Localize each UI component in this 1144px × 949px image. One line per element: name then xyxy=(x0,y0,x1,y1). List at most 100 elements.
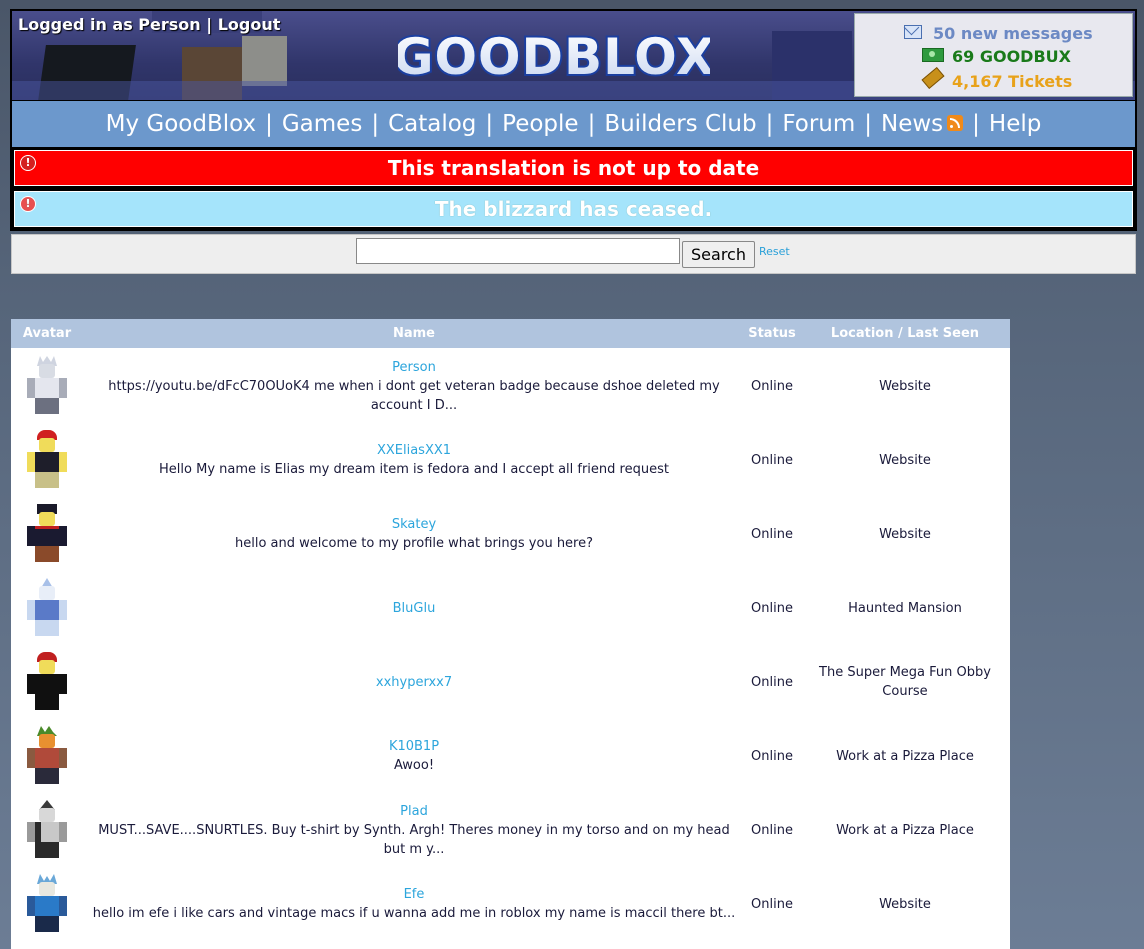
avatar[interactable] xyxy=(25,430,69,490)
search-input[interactable] xyxy=(356,238,680,264)
nav-builders-club[interactable]: Builders Club xyxy=(604,111,756,137)
exclamation-icon: ! xyxy=(20,196,36,212)
alert-text: The blizzard has ceased. xyxy=(434,197,713,221)
user-blurb: hello im efe i like cars and vintage mac… xyxy=(92,906,736,921)
nav-separator: | xyxy=(765,111,774,137)
table-row: Person https://youtu.be/dFcC70OUoK4 me w… xyxy=(11,349,1010,423)
name-cell: BluGlu xyxy=(87,571,741,645)
location-cell: Website xyxy=(879,452,931,468)
messages-link[interactable]: 50 new messages xyxy=(933,24,1093,43)
name-cell: Plad MUST...SAVE....SNURTLES. Buy t-shir… xyxy=(87,793,741,867)
name-cell: XXEliasXX1 Hello My name is Elias my dre… xyxy=(87,423,741,497)
logo-text: GOODBLOX xyxy=(398,28,710,86)
location-cell: Work at a Pizza Place xyxy=(836,822,974,838)
nav-news[interactable]: News xyxy=(881,111,943,137)
avatar-cell xyxy=(11,571,83,645)
login-status: Logged in as Person | Logout xyxy=(18,15,280,34)
nav-separator: | xyxy=(972,111,980,137)
goodblox-logo[interactable]: GOODBLOX xyxy=(398,28,710,86)
avatar[interactable] xyxy=(25,800,69,860)
column-header-location: Location / Last Seen xyxy=(830,326,980,341)
nav-separator: | xyxy=(265,111,273,137)
nav-separator: | xyxy=(371,111,380,137)
username-link[interactable]: BluGlu xyxy=(393,599,436,618)
search-button[interactable]: Search xyxy=(682,241,755,268)
envelope-icon[interactable] xyxy=(904,25,922,39)
tickets-balance[interactable]: 4,167 Tickets xyxy=(952,72,1072,91)
column-header-name: Name xyxy=(392,326,435,341)
table-header: Avatar Name Status Location / Last Seen xyxy=(11,319,1010,348)
avatar-cell xyxy=(11,423,83,497)
search-bar: Search Reset xyxy=(11,234,1136,274)
nav-people[interactable]: People xyxy=(502,111,578,137)
status-cell: Online xyxy=(751,452,793,468)
location-cell: The Super Mega Fun Obby Course xyxy=(819,665,991,699)
username-link[interactable]: Efe xyxy=(404,885,425,904)
avatar-cell xyxy=(11,497,83,571)
name-cell: xxhyperxx7 xyxy=(87,645,741,719)
goodbux-balance[interactable]: 69 GOODBUX xyxy=(952,47,1071,66)
location-cell: Work at a Pizza Place xyxy=(836,748,974,764)
user-blurb: https://youtu.be/dFcC70OUoK4 me when i d… xyxy=(108,378,720,413)
username-link[interactable]: Plad xyxy=(400,802,428,821)
table-row: BluGlu Online Haunted Mansion xyxy=(11,571,1010,645)
avatar[interactable] xyxy=(25,874,69,934)
people-table: Avatar Name Status Location / Last Seen … xyxy=(11,319,1010,949)
avatar[interactable] xyxy=(25,726,69,786)
location-cell: Website xyxy=(879,526,931,542)
avatar-cell xyxy=(11,867,83,941)
nav-catalog[interactable]: Catalog xyxy=(388,111,476,137)
ticket-icon xyxy=(921,66,945,90)
status-cell: Online xyxy=(751,600,793,616)
user-blurb: hello and welcome to my profile what bri… xyxy=(234,536,594,551)
nav-separator: | xyxy=(485,111,494,137)
column-header-status: Status xyxy=(748,326,796,341)
table-row: Plad MUST...SAVE....SNURTLES. Buy t-shir… xyxy=(11,793,1010,867)
alert-banner-translation: ! This translation is not up to date xyxy=(14,150,1133,186)
table-row: xxhyperxx7 Online The Super Mega Fun Obb… xyxy=(11,645,1010,719)
logged-in-text[interactable]: Logged in as Person xyxy=(18,15,201,34)
column-header-avatar: Avatar xyxy=(22,326,72,341)
nav-forum[interactable]: Forum xyxy=(782,111,855,137)
avatar[interactable] xyxy=(25,356,69,416)
nav-games[interactable]: Games xyxy=(282,111,362,137)
avatar[interactable] xyxy=(25,652,69,712)
table-row: XXEliasXX1 Hello My name is Elias my dre… xyxy=(11,423,1010,497)
status-cell: Online xyxy=(751,526,793,542)
table-row: K10B1P Awoo! Online Work at a Pizza Plac… xyxy=(11,719,1010,793)
user-blurb: Awoo! xyxy=(393,758,435,773)
avatar-cell xyxy=(11,793,83,867)
avatar-cell xyxy=(11,719,83,793)
reset-link[interactable]: Reset xyxy=(759,245,790,258)
avatar-cell xyxy=(11,645,83,719)
nav-my-goodblox[interactable]: My GoodBlox xyxy=(106,111,256,137)
money-icon xyxy=(922,48,944,62)
alert-banner-blizzard: ! The blizzard has ceased. xyxy=(14,191,1133,227)
logout-link[interactable]: Logout xyxy=(218,15,281,34)
table-row: Efe hello im efe i like cars and vintage… xyxy=(11,867,1010,941)
location-cell: Haunted Mansion xyxy=(848,600,962,616)
username-link[interactable]: Person xyxy=(392,358,436,377)
username-link[interactable]: K10B1P xyxy=(389,737,439,756)
avatar[interactable] xyxy=(25,578,69,638)
status-cell: Online xyxy=(751,674,793,690)
name-cell: Efe hello im efe i like cars and vintage… xyxy=(87,867,741,941)
banner-scenery xyxy=(242,36,287,86)
user-blurb: Hello My name is Elias my dream item is … xyxy=(159,462,669,477)
currency-box: 50 new messages 69 GOODBUX 4,167 Tickets xyxy=(854,13,1133,97)
nav-help[interactable]: Help xyxy=(989,111,1041,137)
nav-separator: | xyxy=(864,111,873,137)
user-blurb: MUST...SAVE....SNURTLES. Buy t-shirt by … xyxy=(98,822,730,857)
rss-icon[interactable] xyxy=(947,114,964,131)
location-cell: Website xyxy=(879,378,931,394)
username-link[interactable]: Skatey xyxy=(392,515,436,534)
login-separator: | xyxy=(206,15,213,34)
exclamation-icon: ! xyxy=(20,155,36,171)
location-cell: Website xyxy=(879,896,931,912)
name-cell: Person https://youtu.be/dFcC70OUoK4 me w… xyxy=(87,349,741,423)
nav-separator: | xyxy=(587,111,596,137)
username-link[interactable]: xxhyperxx7 xyxy=(376,673,452,692)
status-cell: Online xyxy=(751,896,793,912)
avatar[interactable] xyxy=(25,504,69,564)
username-link[interactable]: XXEliasXX1 xyxy=(377,441,451,460)
